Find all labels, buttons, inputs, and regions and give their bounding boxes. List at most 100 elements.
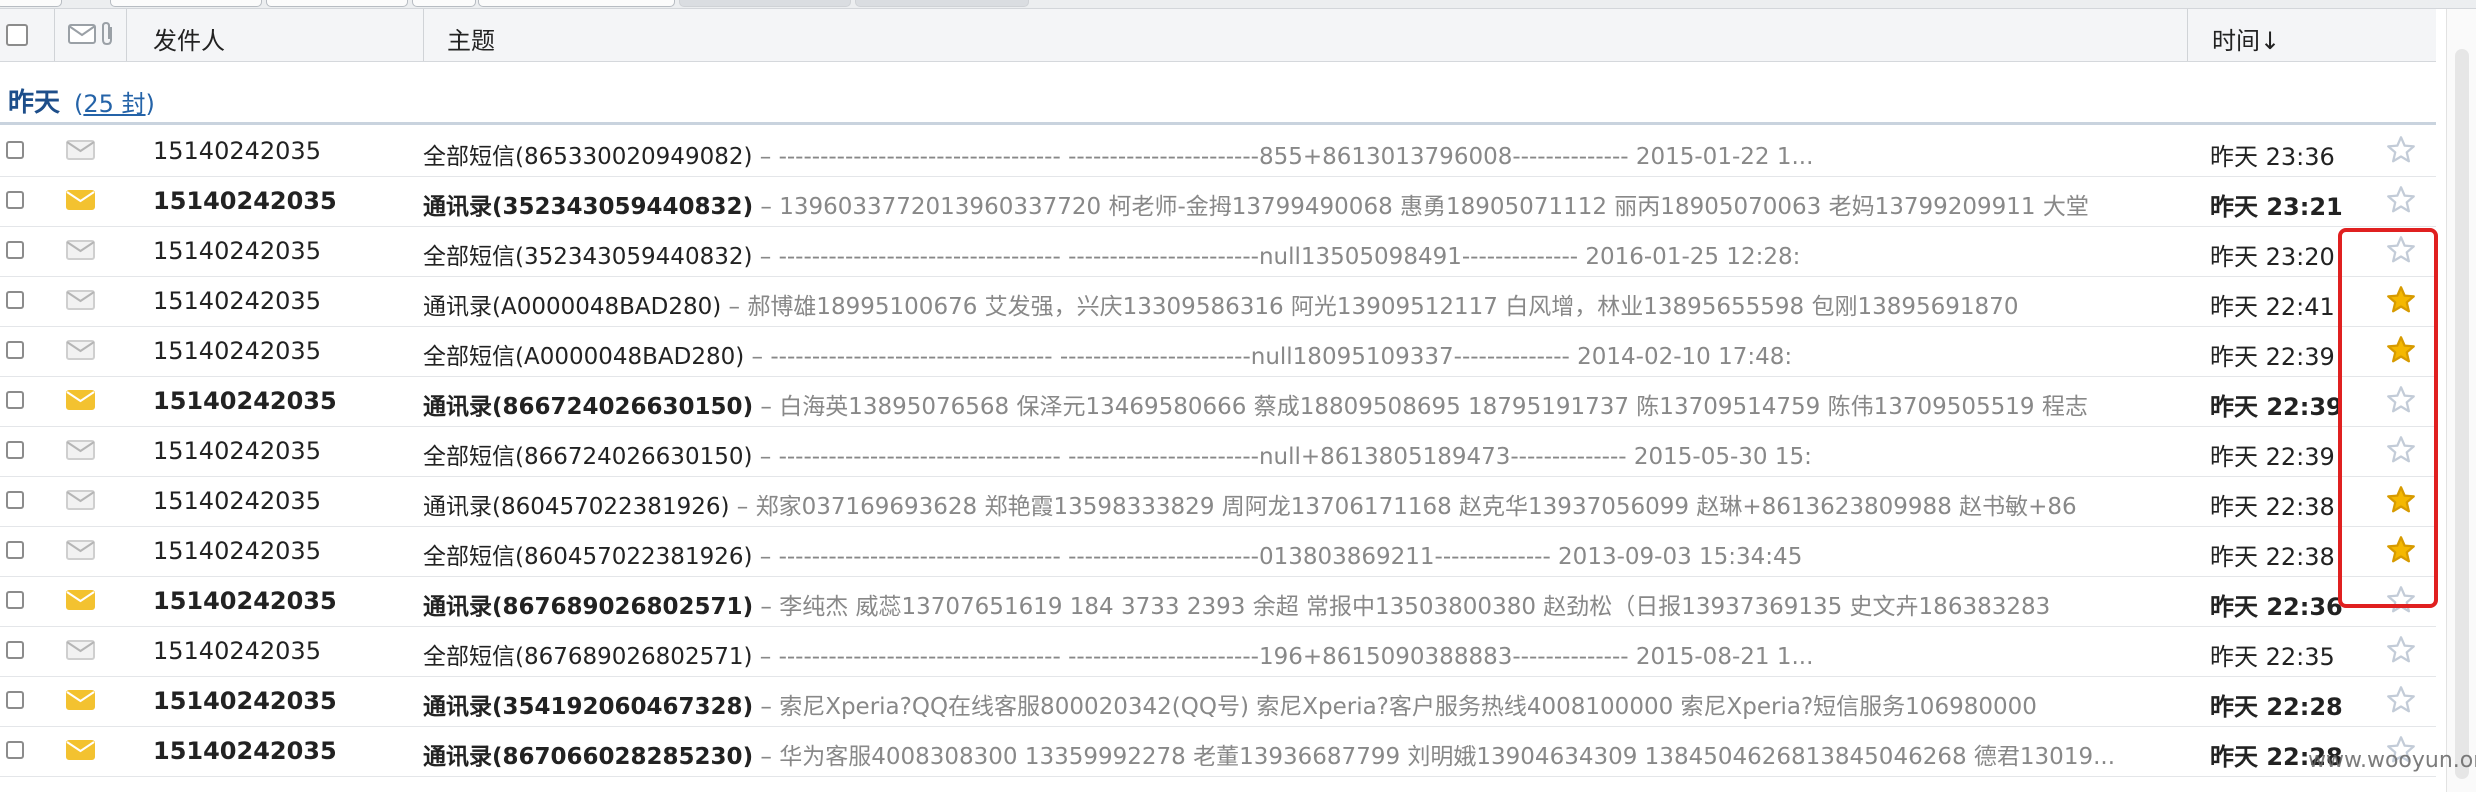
toolbar-button-disabled: [855, 0, 1029, 7]
row-sender[interactable]: 15140242035: [153, 287, 321, 315]
row-subject-title[interactable]: 通讯录(866724026630150): [423, 394, 753, 420]
read-envelope-icon: [66, 490, 95, 510]
toolbar-button[interactable]: [266, 0, 408, 7]
toolbar-button[interactable]: [110, 0, 262, 7]
toolbar-button-disabled: [679, 0, 851, 7]
read-envelope-icon: [66, 290, 95, 310]
row-subject-title[interactable]: 通讯录(860457022381926): [423, 494, 729, 520]
row-subject-title[interactable]: 全部短信(A0000048BAD280): [423, 344, 744, 370]
mail-row[interactable]: 15140242035 通讯录(867066028285230) – 华为客服40…: [0, 726, 2436, 777]
row-subject[interactable]: 全部短信(867689026802571) – ----------------…: [423, 637, 2163, 671]
toolbar: [0, 0, 2476, 9]
row-subject-title[interactable]: 通讯录(867689026802571): [423, 594, 753, 620]
row-checkbox[interactable]: [6, 291, 24, 309]
row-time: 昨天 22:38: [2210, 493, 2335, 521]
row-abstract: – 李纯杰 威蕊13707651619 184 3733 2393 余超 常报中…: [753, 594, 2051, 620]
row-sender[interactable]: 15140242035: [153, 337, 321, 365]
row-subject-title[interactable]: 通讯录(867066028285230): [423, 744, 753, 770]
row-subject[interactable]: 全部短信(860457022381926) – ----------------…: [423, 537, 2163, 571]
row-subject-title[interactable]: 通讯录(354192060467328): [423, 694, 753, 720]
star-outline-icon[interactable]: [2386, 135, 2416, 165]
toolbar-button[interactable]: [0, 0, 62, 7]
group-count-link[interactable]: 25 封: [83, 90, 145, 118]
row-checkbox[interactable]: [6, 391, 24, 409]
row-subject-title[interactable]: 全部短信(352343059440832): [423, 244, 752, 270]
scrollbar[interactable]: [2446, 9, 2476, 792]
row-subject-title[interactable]: 全部短信(860457022381926): [423, 544, 752, 570]
unread-envelope-icon: [66, 590, 95, 610]
row-sender[interactable]: 15140242035: [153, 737, 337, 765]
row-subject[interactable]: 全部短信(866724026630150) – ----------------…: [423, 437, 2163, 471]
toolbar-button[interactable]: [478, 0, 675, 7]
time-column-header[interactable]: 时间↓: [2212, 21, 2280, 56]
row-sender[interactable]: 15140242035: [153, 187, 337, 215]
mail-row[interactable]: 15140242035 通讯录(354192060467328) – 索尼Xper…: [0, 676, 2436, 727]
row-sender[interactable]: 15140242035: [153, 537, 321, 565]
star-outline-icon[interactable]: [2386, 635, 2416, 665]
row-subject[interactable]: 全部短信(A0000048BAD280) – -----------------…: [423, 337, 2163, 371]
star-outline-icon[interactable]: [2386, 685, 2416, 715]
row-subject[interactable]: 通讯录(354192060467328) – 索尼Xperia?QQ在线客服80…: [423, 687, 2163, 721]
row-checkbox[interactable]: [6, 491, 24, 509]
row-subject[interactable]: 通讯录(867689026802571) – 李纯杰 威蕊13707651619…: [423, 587, 2163, 621]
row-abstract: – 华为客服4008308300 13359992278 老董139366877…: [753, 744, 2116, 770]
row-checkbox[interactable]: [6, 641, 24, 659]
toolbar-button[interactable]: [412, 0, 476, 7]
mail-row[interactable]: 15140242035 全部短信(866724026630150) – -----…: [0, 426, 2436, 477]
row-subject[interactable]: 通讯录(352343059440832) – 13960337720​13960…: [423, 187, 2163, 221]
mail-row[interactable]: 15140242035 全部短信(865330020949082) – -----…: [0, 126, 2436, 177]
row-checkbox[interactable]: [6, 341, 24, 359]
row-subject-title[interactable]: 全部短信(865330020949082): [423, 144, 752, 170]
unread-envelope-icon: [66, 190, 95, 210]
row-subject-title[interactable]: 全部短信(867689026802571): [423, 644, 752, 670]
row-checkbox[interactable]: [6, 441, 24, 459]
mail-row[interactable]: 15140242035 通讯录(352343059440832) – 139603…: [0, 176, 2436, 227]
row-subject-title[interactable]: 全部短信(866724026630150): [423, 444, 752, 470]
mail-row[interactable]: 15140242035 全部短信(860457022381926) – -----…: [0, 526, 2436, 577]
row-checkbox[interactable]: [6, 591, 24, 609]
row-sender[interactable]: 15140242035: [153, 687, 337, 715]
row-sender[interactable]: 15140242035: [153, 637, 321, 665]
subject-column-header[interactable]: 主题: [447, 21, 495, 56]
row-subject-title[interactable]: 通讯录(A0000048BAD280): [423, 294, 721, 320]
row-sender[interactable]: 15140242035: [153, 487, 321, 515]
select-all-checkbox[interactable]: [6, 24, 28, 46]
envelope-column-icon[interactable]: [68, 23, 98, 45]
watermark: www.wooyun.org: [2308, 748, 2476, 773]
row-subject[interactable]: 通讯录(A0000048BAD280) – 郝博雄18995100676 艾发强…: [423, 287, 2163, 321]
sender-column-header[interactable]: 发件人: [153, 21, 225, 56]
mail-row[interactable]: 15140242035 通讯录(866724026630150) – 白海英138…: [0, 376, 2436, 427]
row-checkbox[interactable]: [6, 191, 24, 209]
row-time: 昨天 23:21: [2210, 193, 2343, 221]
group-title: 昨天: [8, 88, 61, 118]
row-checkbox[interactable]: [6, 241, 24, 259]
row-subject[interactable]: 通讯录(867066028285230) – 华为客服4008308300 13…: [423, 737, 2163, 771]
date-group-header: 昨天 (25 封): [0, 70, 2436, 125]
row-subject[interactable]: 全部短信(352343059440832) – ----------------…: [423, 237, 2163, 271]
row-checkbox[interactable]: [6, 741, 24, 759]
row-subject[interactable]: 通讯录(860457022381926) – 郑家037169693628 郑艳…: [423, 487, 2163, 521]
row-sender[interactable]: 15140242035: [153, 587, 337, 615]
row-sender[interactable]: 15140242035: [153, 137, 321, 165]
row-time: 昨天 22:36: [2210, 593, 2343, 621]
row-abstract: – 索尼Xperia?QQ在线客服800020342(QQ号) 索尼Xperia…: [753, 694, 2037, 720]
row-subject[interactable]: 全部短信(865330020949082) – ----------------…: [423, 137, 2163, 171]
star-outline-icon[interactable]: [2386, 185, 2416, 215]
row-subject-title[interactable]: 通讯录(352343059440832): [423, 194, 753, 220]
row-checkbox[interactable]: [6, 141, 24, 159]
row-sender[interactable]: 15140242035: [153, 437, 321, 465]
row-sender[interactable]: 15140242035: [153, 237, 321, 265]
row-checkbox[interactable]: [6, 541, 24, 559]
mail-row[interactable]: 15140242035 通讯录(867689026802571) – 李纯杰 威蕊…: [0, 576, 2436, 627]
row-checkbox[interactable]: [6, 691, 24, 709]
mail-row[interactable]: 15140242035 通讯录(860457022381926) – 郑家0371…: [0, 476, 2436, 527]
mail-row[interactable]: 15140242035 全部短信(352343059440832) – -----…: [0, 226, 2436, 277]
row-subject[interactable]: 通讯录(866724026630150) – 白海英13895076568 保泽…: [423, 387, 2163, 421]
attachment-column-icon[interactable]: [100, 21, 116, 47]
scrollbar-thumb[interactable]: [2455, 49, 2469, 779]
mail-row[interactable]: 15140242035 全部短信(867689026802571) – -----…: [0, 626, 2436, 677]
mail-row[interactable]: 15140242035 通讯录(A0000048BAD280) – 郝博雄1899…: [0, 276, 2436, 327]
column-header: 发件人 主题 时间↓: [0, 9, 2436, 62]
mail-row[interactable]: 15140242035 全部短信(A0000048BAD280) – ------…: [0, 326, 2436, 377]
row-sender[interactable]: 15140242035: [153, 387, 337, 415]
